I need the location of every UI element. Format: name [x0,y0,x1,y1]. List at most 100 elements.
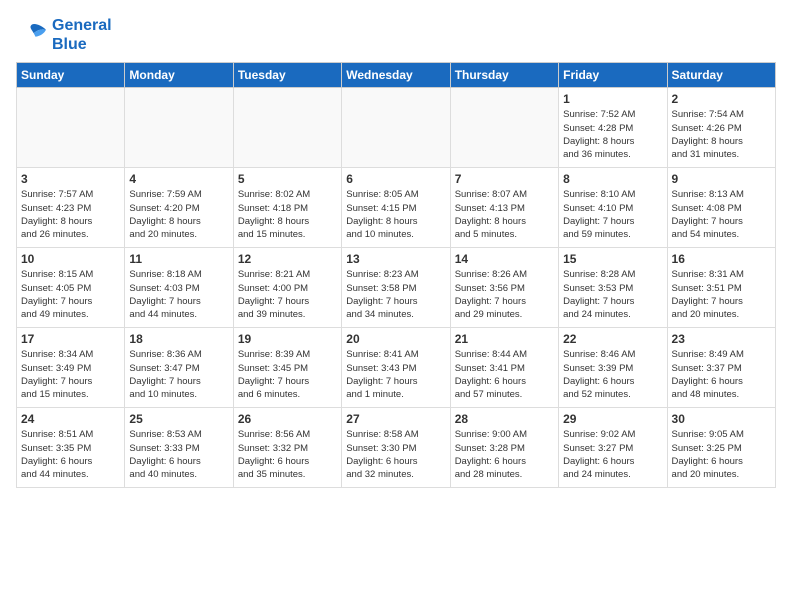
day-number: 10 [21,252,120,266]
day-number: 7 [455,172,554,186]
calendar-cell: 1 Sunrise: 7:52 AM Sunset: 4:28 PM Daylig… [559,88,667,168]
day-info: Sunrise: 7:57 AM Sunset: 4:23 PM Dayligh… [21,188,120,241]
calendar-cell: 26 Sunrise: 8:56 AM Sunset: 3:32 PM Dayli… [233,408,341,488]
day-info: Sunrise: 8:44 AM Sunset: 3:41 PM Dayligh… [455,348,554,401]
day-number: 26 [238,412,337,426]
weekday-header: Sunday [17,63,125,88]
day-info: Sunrise: 8:13 AM Sunset: 4:08 PM Dayligh… [672,188,771,241]
day-number: 9 [672,172,771,186]
day-number: 30 [672,412,771,426]
calendar-cell: 21 Sunrise: 8:44 AM Sunset: 3:41 PM Dayli… [450,328,558,408]
day-info: Sunrise: 7:54 AM Sunset: 4:26 PM Dayligh… [672,108,771,161]
day-info: Sunrise: 8:51 AM Sunset: 3:35 PM Dayligh… [21,428,120,481]
calendar-cell: 13 Sunrise: 8:23 AM Sunset: 3:58 PM Dayli… [342,248,450,328]
day-number: 2 [672,92,771,106]
day-number: 4 [129,172,228,186]
day-number: 28 [455,412,554,426]
calendar-cell: 28 Sunrise: 9:00 AM Sunset: 3:28 PM Dayli… [450,408,558,488]
day-number: 23 [672,332,771,346]
day-number: 22 [563,332,662,346]
calendar-cell: 25 Sunrise: 8:53 AM Sunset: 3:33 PM Dayli… [125,408,233,488]
day-info: Sunrise: 8:21 AM Sunset: 4:00 PM Dayligh… [238,268,337,321]
day-number: 15 [563,252,662,266]
weekday-header: Tuesday [233,63,341,88]
day-number: 13 [346,252,445,266]
day-number: 17 [21,332,120,346]
day-info: Sunrise: 8:15 AM Sunset: 4:05 PM Dayligh… [21,268,120,321]
calendar-cell: 22 Sunrise: 8:46 AM Sunset: 3:39 PM Dayli… [559,328,667,408]
calendar-cell: 19 Sunrise: 8:39 AM Sunset: 3:45 PM Dayli… [233,328,341,408]
weekday-header: Friday [559,63,667,88]
calendar-cell: 6 Sunrise: 8:05 AM Sunset: 4:15 PM Daylig… [342,168,450,248]
day-info: Sunrise: 7:52 AM Sunset: 4:28 PM Dayligh… [563,108,662,161]
weekday-header: Monday [125,63,233,88]
calendar-cell: 29 Sunrise: 9:02 AM Sunset: 3:27 PM Dayli… [559,408,667,488]
day-info: Sunrise: 8:36 AM Sunset: 3:47 PM Dayligh… [129,348,228,401]
calendar-cell: 24 Sunrise: 8:51 AM Sunset: 3:35 PM Dayli… [17,408,125,488]
day-info: Sunrise: 8:53 AM Sunset: 3:33 PM Dayligh… [129,428,228,481]
day-number: 19 [238,332,337,346]
day-number: 12 [238,252,337,266]
logo: General Blue [16,16,112,54]
day-info: Sunrise: 8:46 AM Sunset: 3:39 PM Dayligh… [563,348,662,401]
day-number: 5 [238,172,337,186]
calendar-cell: 23Sunrise: 8:49 AM Sunset: 3:37 PM Dayli… [667,328,775,408]
day-info: Sunrise: 8:26 AM Sunset: 3:56 PM Dayligh… [455,268,554,321]
weekday-header: Thursday [450,63,558,88]
day-number: 11 [129,252,228,266]
day-info: Sunrise: 8:28 AM Sunset: 3:53 PM Dayligh… [563,268,662,321]
day-number: 16 [672,252,771,266]
day-number: 3 [21,172,120,186]
day-info: Sunrise: 8:31 AM Sunset: 3:51 PM Dayligh… [672,268,771,321]
day-info: Sunrise: 8:41 AM Sunset: 3:43 PM Dayligh… [346,348,445,401]
day-number: 6 [346,172,445,186]
day-number: 8 [563,172,662,186]
day-info: Sunrise: 7:59 AM Sunset: 4:20 PM Dayligh… [129,188,228,241]
calendar-cell [450,88,558,168]
day-number: 29 [563,412,662,426]
calendar-cell: 27 Sunrise: 8:58 AM Sunset: 3:30 PM Dayli… [342,408,450,488]
day-info: Sunrise: 8:02 AM Sunset: 4:18 PM Dayligh… [238,188,337,241]
calendar-cell: 8 Sunrise: 8:10 AM Sunset: 4:10 PM Daylig… [559,168,667,248]
day-number: 21 [455,332,554,346]
calendar-cell: 20Sunrise: 8:41 AM Sunset: 3:43 PM Dayli… [342,328,450,408]
day-info: Sunrise: 9:00 AM Sunset: 3:28 PM Dayligh… [455,428,554,481]
calendar-cell [342,88,450,168]
calendar-cell: 30Sunrise: 9:05 AM Sunset: 3:25 PM Dayli… [667,408,775,488]
calendar-cell: 9 Sunrise: 8:13 AM Sunset: 4:08 PM Daylig… [667,168,775,248]
calendar-cell [233,88,341,168]
calendar-cell: 11Sunrise: 8:18 AM Sunset: 4:03 PM Dayli… [125,248,233,328]
calendar-cell: 2 Sunrise: 7:54 AM Sunset: 4:26 PM Daylig… [667,88,775,168]
day-info: Sunrise: 9:02 AM Sunset: 3:27 PM Dayligh… [563,428,662,481]
day-number: 1 [563,92,662,106]
day-number: 18 [129,332,228,346]
weekday-header: Wednesday [342,63,450,88]
day-info: Sunrise: 8:23 AM Sunset: 3:58 PM Dayligh… [346,268,445,321]
calendar-cell: 17 Sunrise: 8:34 AM Sunset: 3:49 PM Dayli… [17,328,125,408]
logo-text: General Blue [52,16,112,54]
calendar-cell: 5 Sunrise: 8:02 AM Sunset: 4:18 PM Daylig… [233,168,341,248]
day-number: 14 [455,252,554,266]
page-header: General Blue [16,16,776,54]
day-info: Sunrise: 8:56 AM Sunset: 3:32 PM Dayligh… [238,428,337,481]
day-number: 25 [129,412,228,426]
day-number: 24 [21,412,120,426]
calendar-cell [125,88,233,168]
calendar-cell: 7 Sunrise: 8:07 AM Sunset: 4:13 PM Daylig… [450,168,558,248]
calendar-cell: 15 Sunrise: 8:28 AM Sunset: 3:53 PM Dayli… [559,248,667,328]
weekday-header: Saturday [667,63,775,88]
calendar-cell: 18 Sunrise: 8:36 AM Sunset: 3:47 PM Dayli… [125,328,233,408]
day-info: Sunrise: 8:58 AM Sunset: 3:30 PM Dayligh… [346,428,445,481]
calendar-cell: 14 Sunrise: 8:26 AM Sunset: 3:56 PM Dayli… [450,248,558,328]
day-info: Sunrise: 8:10 AM Sunset: 4:10 PM Dayligh… [563,188,662,241]
logo-icon [16,21,48,49]
calendar-table: SundayMondayTuesdayWednesdayThursdayFrid… [16,62,776,488]
day-number: 27 [346,412,445,426]
calendar-cell: 3 Sunrise: 7:57 AM Sunset: 4:23 PM Daylig… [17,168,125,248]
calendar-cell [17,88,125,168]
day-info: Sunrise: 8:34 AM Sunset: 3:49 PM Dayligh… [21,348,120,401]
day-info: Sunrise: 8:39 AM Sunset: 3:45 PM Dayligh… [238,348,337,401]
day-info: Sunrise: 8:05 AM Sunset: 4:15 PM Dayligh… [346,188,445,241]
calendar-cell: 10 Sunrise: 8:15 AM Sunset: 4:05 PM Dayli… [17,248,125,328]
day-info: Sunrise: 8:07 AM Sunset: 4:13 PM Dayligh… [455,188,554,241]
